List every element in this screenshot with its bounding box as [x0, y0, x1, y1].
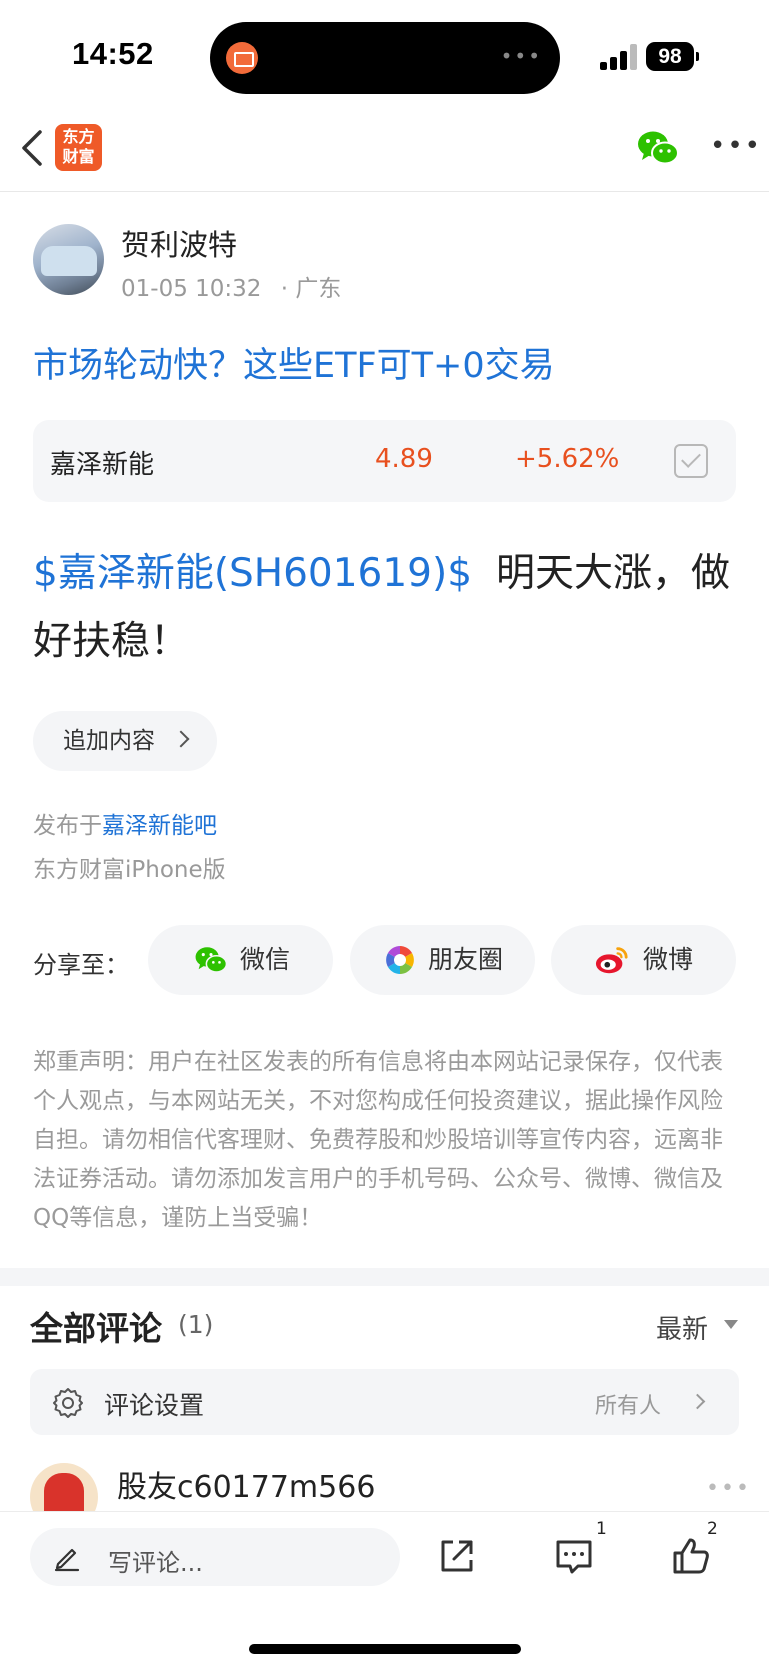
post-datetime: 01-05 10:32 — [121, 276, 262, 302]
comments-count: (1) — [178, 1310, 214, 1339]
stock-bar-link[interactable]: 嘉泽新能吧 — [102, 813, 217, 839]
stock-mention-link[interactable]: $嘉泽新能(SH601619)$ — [33, 551, 472, 596]
post-body: $嘉泽新能(SH601619)$ 明天大涨，做好扶稳！ — [33, 540, 743, 676]
share-button[interactable] — [437, 1536, 477, 1576]
post-location: · 广东 — [280, 276, 342, 302]
more-dots-icon: ••• — [500, 44, 542, 68]
signal-icon — [600, 44, 640, 70]
chevron-right-icon — [172, 730, 190, 748]
add-watchlist-checkbox[interactable] — [674, 444, 708, 478]
comment-settings-row[interactable]: 评论设置 所有人 — [30, 1369, 739, 1435]
battery-indicator: 98 — [646, 42, 699, 71]
commenter-name[interactable]: 股友c60177m566 — [117, 1462, 375, 1506]
comment-settings-value: 所有人 — [595, 1394, 662, 1419]
back-button[interactable] — [18, 128, 48, 168]
share-icon — [441, 1540, 473, 1572]
thumbs-up-icon — [673, 1538, 709, 1574]
eastmoney-logo[interactable]: 东方 财富 — [55, 124, 102, 171]
share-moments-button[interactable]: 朋友圈 — [350, 925, 535, 995]
like-button[interactable] — [671, 1536, 711, 1576]
append-content-button[interactable]: 追加内容 — [33, 711, 217, 771]
stock-name: 嘉泽新能 — [50, 450, 155, 480]
chevron-left-icon — [22, 130, 42, 166]
comments-sort-dropdown[interactable]: 最新 — [656, 1309, 708, 1346]
share-wechat-button[interactable]: 微信 — [148, 925, 333, 995]
share-label: 分享至： — [33, 951, 129, 979]
comments-button[interactable] — [554, 1536, 594, 1576]
nav-divider — [0, 191, 769, 192]
comment-more-button[interactable]: ••• — [706, 1476, 751, 1501]
wechat-icon — [195, 947, 228, 973]
caret-down-icon[interactable] — [724, 1320, 738, 1329]
chevron-right-icon — [689, 1393, 706, 1410]
stock-card[interactable]: 嘉泽新能 4.89 +5.62% — [33, 420, 736, 502]
like-count-badge: 2 — [707, 1519, 718, 1539]
stock-change: +5.62% — [515, 444, 620, 474]
comment-bubble-icon — [556, 1540, 592, 1574]
weibo-icon — [595, 947, 628, 974]
dynamic-island: ••• — [210, 22, 560, 94]
comment-input[interactable]: 写评论... — [30, 1528, 400, 1586]
status-time: 14:52 — [72, 36, 154, 71]
more-menu-button[interactable]: ••• — [710, 133, 760, 159]
comments-title: 全部评论 — [30, 1309, 162, 1348]
section-divider — [0, 1268, 769, 1286]
comment-settings-label: 评论设置 — [104, 1391, 205, 1420]
legal-disclaimer: 郑重声明：用户在社区发表的所有信息将由本网站记录保存，仅代表个人观点，与本网站无… — [33, 1049, 723, 1231]
post-meta: 01-05 10:32 · 广东 — [121, 269, 341, 303]
pencil-icon — [54, 1548, 80, 1572]
post-client: 东方财富iPhone版 — [33, 857, 226, 883]
share-weibo-button[interactable]: 微博 — [551, 925, 736, 995]
author-avatar[interactable] — [33, 224, 104, 295]
wechat-share-icon[interactable] — [636, 128, 680, 168]
moments-icon — [386, 946, 414, 974]
post-title-link[interactable]: 市场轮动快？这些ETF可T+0交易 — [33, 337, 555, 388]
mail-icon — [226, 42, 258, 74]
gear-icon — [53, 1388, 83, 1418]
comment-count-badge: 1 — [596, 1519, 607, 1539]
published-in: 发布于嘉泽新能吧 — [33, 813, 217, 839]
home-indicator — [249, 1644, 521, 1654]
stock-price: 4.89 — [375, 444, 433, 474]
author-name[interactable]: 贺利波特 — [121, 222, 237, 264]
comment-input-placeholder: 写评论... — [108, 1549, 203, 1577]
